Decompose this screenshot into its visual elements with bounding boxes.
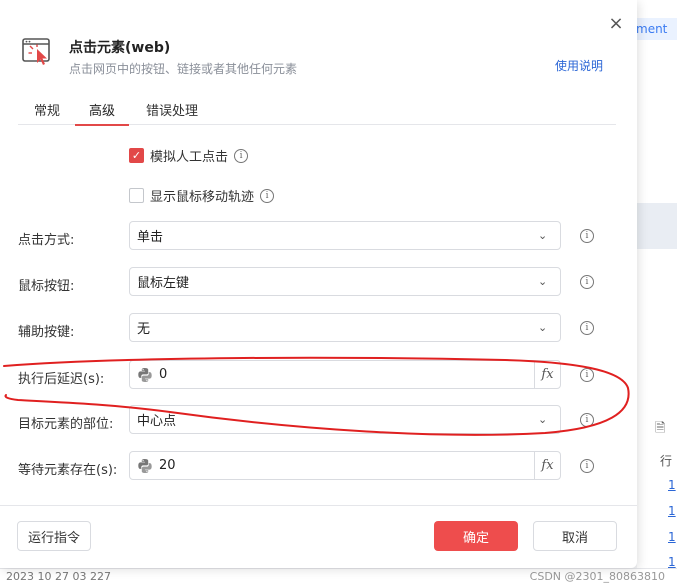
show-mouse-trail-option[interactable]: 显示鼠标移动轨迹 i (129, 186, 275, 205)
dialog-title: 点击元素(web) (69, 40, 171, 56)
simulate-human-click-label: 模拟人工点击 (150, 150, 229, 165)
mouse-button-select[interactable]: 鼠标左键 ⌄ (129, 267, 561, 296)
modifier-key-value: 无 (137, 322, 151, 337)
confirm-button[interactable]: 确定 (434, 521, 518, 551)
simulate-human-click-option[interactable]: ✓ 模拟人工点击 i (129, 146, 249, 165)
background-panel (637, 0, 677, 585)
close-icon[interactable]: × (606, 14, 626, 34)
background-cell[interactable]: 1 (668, 530, 676, 544)
tab-bar: 常规 高级 错误处理 (18, 97, 616, 126)
python-icon (138, 367, 152, 382)
chevron-down-icon: ⌄ (538, 275, 548, 288)
help-link[interactable]: 使用说明 (555, 57, 603, 74)
background-tag[interactable]: ment (630, 18, 677, 40)
mouse-button-label: 鼠标按钮: (18, 279, 75, 294)
click-element-dialog: × 点击元素(web) 点击网页中的按钮、链接或者其他任何元素 使用说明 常规 … (0, 0, 637, 568)
background-cell[interactable]: 1 (668, 504, 676, 518)
delay-after-input[interactable]: 0 fx (129, 360, 561, 389)
background-cell[interactable]: 1 (668, 555, 676, 569)
chevron-down-icon: ⌄ (538, 229, 548, 242)
chevron-down-icon: ⌄ (538, 413, 548, 426)
target-position-select[interactable]: 中心点 ⌄ (129, 405, 561, 434)
info-icon[interactable]: i (260, 188, 275, 203)
modifier-key-select[interactable]: 无 ⌄ (129, 313, 561, 342)
tab-general[interactable]: 常规 (34, 100, 60, 125)
background-column-header: 行 (660, 454, 673, 468)
simulate-human-click-checkbox[interactable]: ✓ (129, 148, 144, 163)
footer-divider (0, 505, 637, 506)
click-method-value: 单击 (137, 230, 164, 245)
target-position-label: 目标元素的部位: (18, 417, 114, 432)
expression-fx-button[interactable]: fx (534, 361, 560, 388)
show-mouse-trail-checkbox[interactable] (129, 188, 144, 203)
watermark: CSDN @2301_80863810 (529, 570, 665, 583)
background-status-text: 2023 10 27 03 227 (6, 570, 111, 583)
info-icon[interactable]: i (580, 413, 594, 427)
click-method-label: 点击方式: (18, 233, 75, 248)
target-position-value: 中心点 (137, 414, 177, 429)
wait-element-value: 20 (159, 458, 176, 473)
expression-fx-button[interactable]: fx (534, 452, 560, 479)
dialog-subtitle: 点击网页中的按钮、链接或者其他任何元素 (69, 62, 298, 76)
tab-advanced[interactable]: 高级 (74, 100, 130, 126)
info-icon[interactable]: i (580, 459, 594, 473)
click-method-select[interactable]: 单击 ⌄ (129, 221, 561, 250)
delay-after-label: 执行后延迟(s): (18, 372, 105, 387)
mouse-button-value: 鼠标左键 (137, 276, 190, 291)
wait-element-input[interactable]: 20 fx (129, 451, 561, 480)
modifier-key-label: 辅助按键: (18, 325, 75, 340)
show-mouse-trail-label: 显示鼠标移动轨迹 (150, 190, 255, 205)
delay-after-value: 0 (159, 367, 168, 382)
info-icon[interactable]: i (580, 368, 594, 382)
info-icon[interactable]: i (234, 148, 249, 163)
background-selected-row (637, 203, 677, 249)
export-icon[interactable]: 🗎 (655, 419, 671, 436)
wait-element-label: 等待元素存在(s): (18, 463, 118, 478)
info-icon[interactable]: i (580, 229, 594, 243)
run-command-button[interactable]: 运行指令 (17, 521, 91, 551)
chevron-down-icon: ⌄ (538, 321, 548, 334)
cancel-button[interactable]: 取消 (533, 521, 617, 551)
click-element-icon (22, 38, 50, 65)
info-icon[interactable]: i (580, 275, 594, 289)
info-icon[interactable]: i (580, 321, 594, 335)
background-status-bar: 2023 10 27 03 227 CSDN @2301_80863810 (0, 568, 677, 585)
python-icon (138, 458, 152, 473)
tab-error-handling[interactable]: 错误处理 (146, 100, 198, 125)
background-cell[interactable]: 1 (668, 478, 676, 492)
